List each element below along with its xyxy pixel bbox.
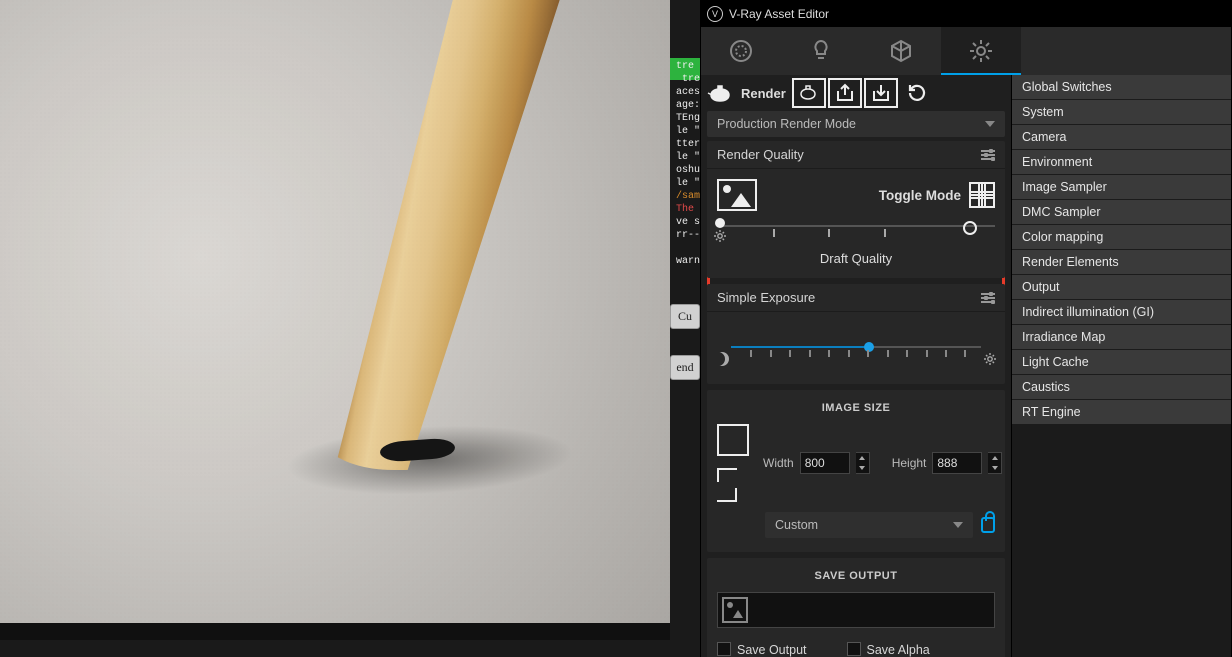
gear-icon [713, 229, 727, 243]
category-light-cache[interactable]: Light Cache [1012, 350, 1231, 374]
width-label: Width [763, 456, 794, 470]
quality-caption: Draft Quality [717, 251, 995, 266]
exposure-slider[interactable] [717, 340, 995, 370]
sun-icon [983, 352, 997, 366]
advanced-settings-icon[interactable] [981, 293, 995, 303]
save-output-header: SAVE OUTPUT [717, 570, 995, 582]
aspect-ratio-icon[interactable] [717, 424, 749, 456]
save-output-checkbox[interactable]: Save Output [717, 642, 807, 657]
resolution-preset-dropdown[interactable]: Custom [765, 512, 973, 538]
category-caustics[interactable]: Caustics [1012, 375, 1231, 399]
interactive-render-button[interactable] [792, 78, 826, 108]
viewport-bottom-border [0, 623, 670, 640]
simple-exposure-section: Simple Exposure [707, 284, 1005, 384]
tab-lights[interactable] [781, 27, 861, 75]
window-title: V-Ray Asset Editor [729, 7, 829, 21]
preset-value: Custom [775, 518, 818, 532]
category-global-switches[interactable]: Global Switches [1012, 75, 1231, 99]
asset-editor-window: V V-Ray Asset Editor Render [700, 0, 1232, 657]
quality-max-icon [963, 221, 977, 235]
render-label: Render [741, 86, 786, 101]
save-alpha-checkbox[interactable]: Save Alpha [847, 642, 930, 657]
render-viewport [0, 0, 670, 640]
titlebar[interactable]: V V-Ray Asset Editor [701, 1, 1231, 27]
settings-panel: Render Production Re [701, 75, 1011, 657]
region-icon[interactable] [717, 468, 749, 502]
render-quality-header[interactable]: Render Quality [707, 141, 1005, 169]
category-dmc-sampler[interactable]: DMC Sampler [1012, 200, 1231, 224]
advanced-settings-icon[interactable] [981, 150, 995, 160]
category-environment[interactable]: Environment [1012, 150, 1231, 174]
settings-categories: Global Switches System Camera Environmen… [1011, 75, 1231, 657]
teapot-icon [707, 83, 733, 103]
render-quality-section: Render Quality Toggle Mode [707, 141, 1005, 278]
console-button-2[interactable]: end [670, 355, 700, 380]
category-output[interactable]: Output [1012, 275, 1231, 299]
top-tabs [701, 27, 1231, 75]
width-input[interactable]: 800 [800, 452, 850, 474]
render-mode-dropdown[interactable]: Production Render Mode [707, 111, 1005, 137]
width-stepper[interactable] [856, 452, 870, 474]
export-button[interactable] [828, 78, 862, 108]
image-size-section: IMAGE SIZE Width 800 Heigh [707, 390, 1005, 552]
screen: tre tre aces age: TEng le " tter le " os… [0, 0, 1232, 657]
tab-geometry[interactable] [861, 27, 941, 75]
category-image-sampler[interactable]: Image Sampler [1012, 175, 1231, 199]
quality-slider[interactable] [717, 219, 995, 249]
quality-low-icon[interactable] [717, 179, 757, 211]
height-label: Height [892, 456, 927, 470]
import-button[interactable] [864, 78, 898, 108]
render-mode-value: Production Render Mode [717, 117, 856, 131]
category-indirect-illumination[interactable]: Indirect illumination (GI) [1012, 300, 1231, 324]
category-rt-engine[interactable]: RT Engine [1012, 400, 1231, 424]
render-shadow [257, 391, 603, 529]
category-color-mapping[interactable]: Color mapping [1012, 225, 1231, 249]
reset-button[interactable] [900, 78, 934, 108]
chevron-down-icon [985, 121, 995, 127]
image-file-icon [722, 597, 748, 623]
lock-aspect-icon[interactable] [981, 517, 995, 533]
height-input[interactable]: 888 [932, 452, 982, 474]
render-object-leg [314, 0, 576, 470]
render-toolbar: Render [701, 75, 1011, 111]
tab-settings[interactable] [941, 27, 1021, 75]
simple-exposure-header[interactable]: Simple Exposure [707, 284, 1005, 312]
tab-materials[interactable] [701, 27, 781, 75]
console-button-1[interactable]: Cu [670, 304, 700, 329]
save-path-input[interactable] [717, 592, 995, 628]
render-object-foot [379, 437, 455, 462]
save-output-section: SAVE OUTPUT Save Output Save Alpha [707, 558, 1005, 657]
category-camera[interactable]: Camera [1012, 125, 1231, 149]
category-render-elements[interactable]: Render Elements [1012, 250, 1231, 274]
category-irradiance-map[interactable]: Irradiance Map [1012, 325, 1231, 349]
quality-high-icon[interactable] [969, 182, 995, 208]
chevron-down-icon [953, 522, 963, 528]
category-system[interactable]: System [1012, 100, 1231, 124]
toggle-mode-label: Toggle Mode [879, 188, 961, 203]
vray-logo-icon: V [707, 6, 723, 22]
image-size-header: IMAGE SIZE [717, 402, 995, 414]
height-stepper[interactable] [988, 452, 1002, 474]
moon-icon [715, 352, 729, 366]
